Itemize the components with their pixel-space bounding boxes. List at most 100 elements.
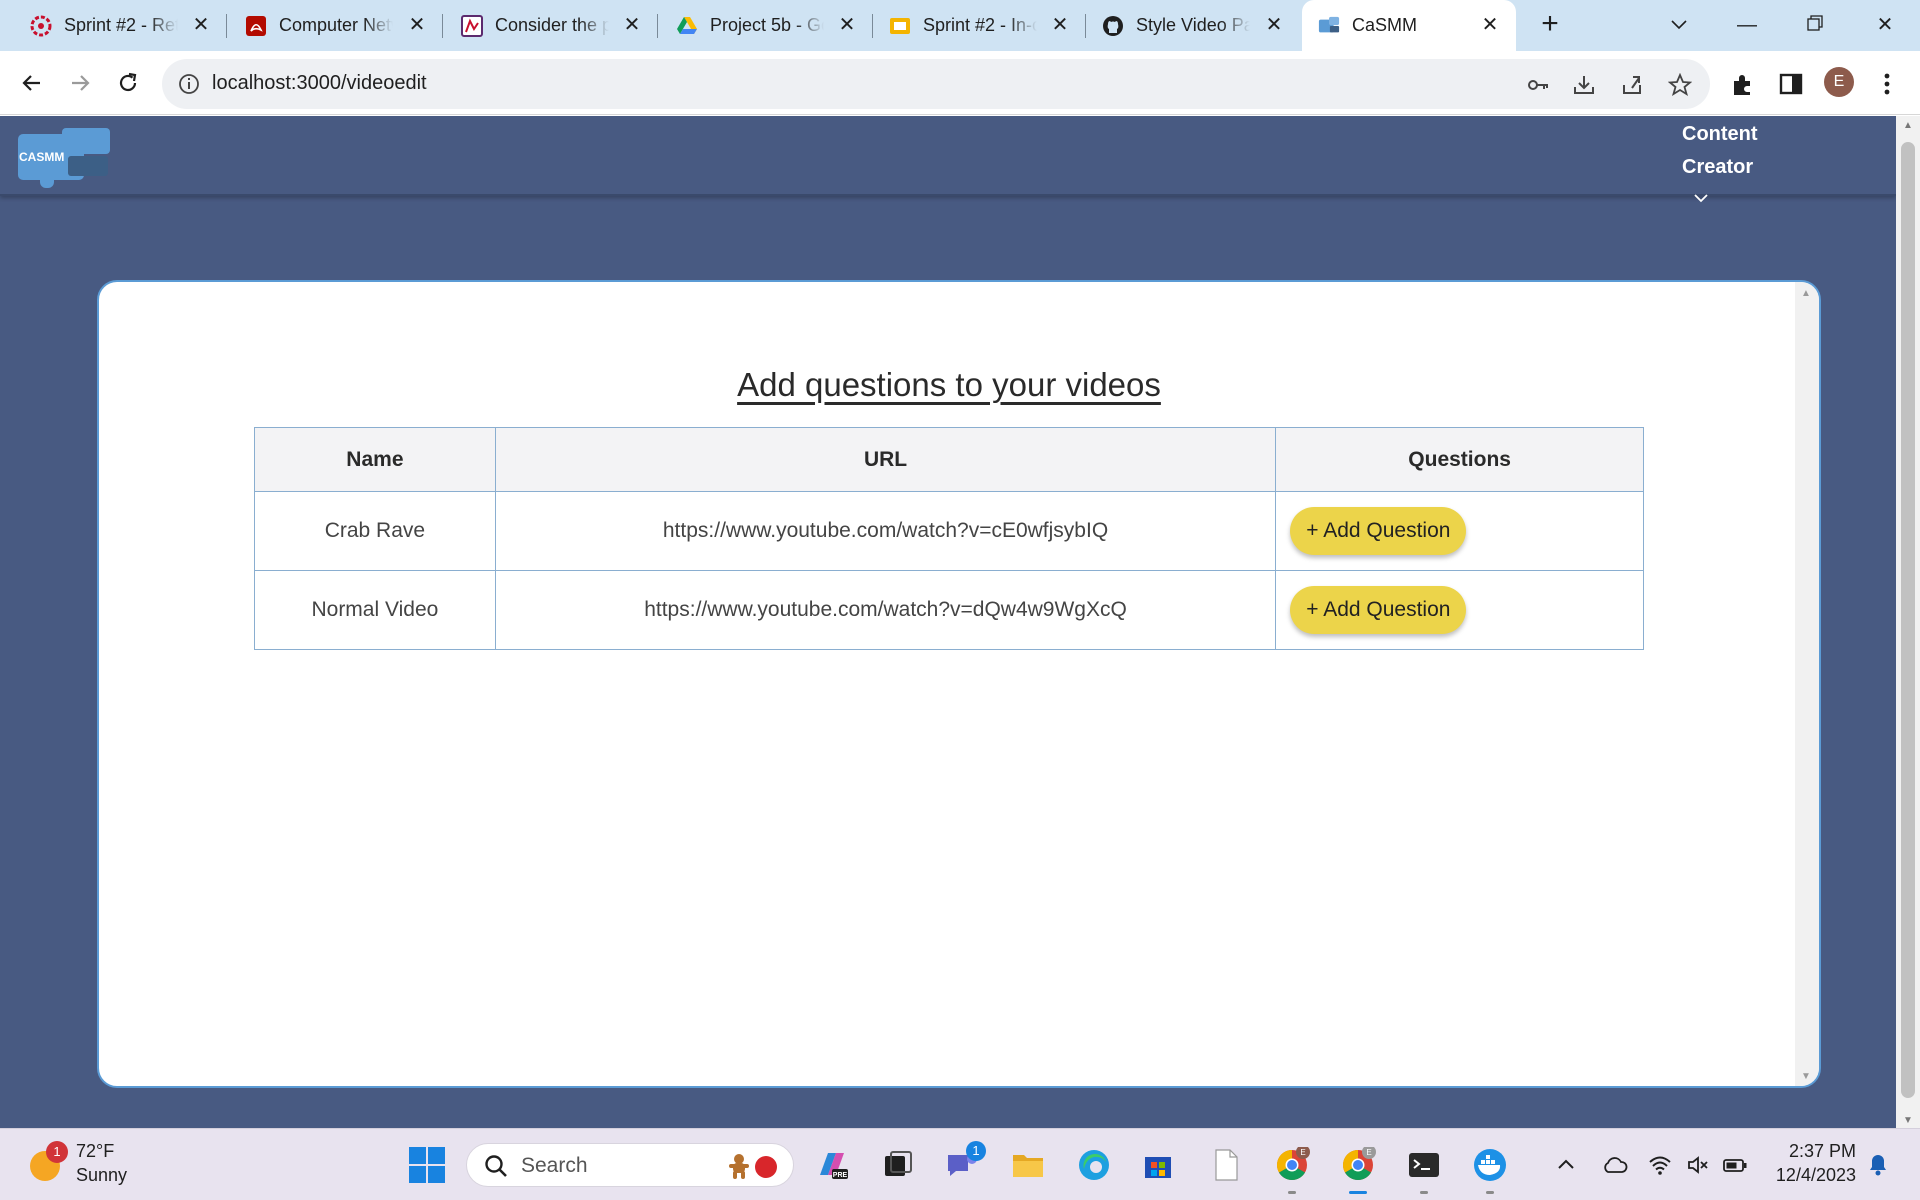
teams-chat-icon[interactable]: 1 [944, 1141, 986, 1183]
scroll-up-arrow-icon[interactable]: ▲ [1801, 288, 1811, 299]
close-tab-icon[interactable]: ✕ [837, 14, 857, 36]
user-role-label: Content [1682, 123, 1758, 145]
profile-avatar[interactable]: E [1824, 67, 1854, 97]
task-view-icon[interactable] [880, 1147, 916, 1183]
column-header-url: URL [494, 427, 1277, 492]
back-icon[interactable] [14, 65, 50, 101]
svg-text:E: E [1300, 1148, 1305, 1157]
battery-icon[interactable] [1722, 1153, 1747, 1177]
video-name: Crab Rave [254, 491, 496, 571]
scroll-down-arrow-icon[interactable]: ▼ [1903, 1115, 1913, 1126]
address-bar[interactable]: localhost:3000/videoedit [162, 59, 1710, 109]
add-question-button[interactable]: + Add Question [1290, 507, 1467, 555]
chevron-up-icon[interactable] [1554, 1153, 1578, 1177]
video-name: Normal Video [254, 570, 496, 650]
questions-cell: + Add Question [1275, 570, 1644, 650]
side-panel-icon[interactable] [1778, 71, 1804, 97]
google-slides-icon [889, 15, 911, 37]
github-icon [1102, 15, 1124, 37]
taskbar-search[interactable]: Search [466, 1143, 794, 1187]
user-role-label: Creator [1682, 156, 1754, 178]
browser-tab[interactable]: Consider the problem ✕ [443, 0, 658, 51]
browser-tab[interactable]: Sprint #2 - In-class ✕ [873, 0, 1086, 51]
scrollbar-thumb[interactable] [1901, 142, 1915, 1098]
scroll-up-arrow-icon[interactable]: ▲ [1903, 120, 1913, 131]
edge-icon[interactable] [1076, 1147, 1112, 1183]
close-tab-icon[interactable]: ✕ [622, 14, 642, 36]
search-icon [483, 1153, 509, 1184]
questions-cell: + Add Question [1275, 491, 1644, 571]
asu-icon [30, 15, 52, 37]
logo-shape [40, 180, 54, 188]
bookmark-star-icon[interactable] [1667, 72, 1693, 97]
close-tab-icon[interactable]: ✕ [407, 14, 427, 36]
blank-file-icon[interactable] [1208, 1147, 1244, 1183]
new-tab-button[interactable]: + [1536, 9, 1564, 40]
notification-badge: 1 [966, 1141, 986, 1161]
browser-menu-icon[interactable] [1874, 71, 1900, 97]
tab-title: Style Video Page [1136, 15, 1250, 35]
url-text: localhost:3000/videoedit [212, 72, 427, 94]
browser-toolbar: localhost:3000/videoedit [0, 51, 1920, 115]
terminal-icon[interactable] [1406, 1147, 1442, 1194]
page-scrollbar[interactable]: ▲ ▼ [1896, 116, 1920, 1128]
svg-text:PRE: PRE [833, 1172, 848, 1179]
chrome-icon[interactable]: E [1274, 1145, 1310, 1194]
logo-camera [68, 156, 108, 176]
table-header-row: Name URL Questions [254, 427, 1644, 492]
google-drive-icon [676, 15, 698, 37]
forward-icon[interactable] [62, 65, 98, 101]
browser-tab-strip: Sprint #2 - Retrospective ✕ Computer Net… [0, 0, 1920, 51]
page-viewport: CASMM Content Creator Add questions to y… [0, 116, 1896, 1128]
browser-tab[interactable]: Sprint #2 - Retrospective ✕ [0, 0, 227, 51]
minimize-icon[interactable]: — [1730, 8, 1764, 42]
weather-condition: Sunny [76, 1165, 128, 1185]
video-url: https://www.youtube.com/watch?v=cE0wfjsy… [494, 491, 1277, 571]
system-clock[interactable]: 2:37 PM 12/4/2023 [1756, 1139, 1856, 1187]
site-info-icon[interactable] [178, 73, 200, 95]
password-key-icon[interactable] [1526, 73, 1550, 97]
close-tab-icon[interactable]: ✕ [1050, 14, 1070, 36]
tab-search-icon[interactable] [1662, 8, 1696, 42]
running-indicator [1349, 1191, 1367, 1194]
windows-start-icon[interactable] [409, 1147, 445, 1183]
copilot-icon[interactable]: PRE [814, 1147, 850, 1183]
restore-icon[interactable] [1798, 8, 1832, 42]
add-question-button[interactable]: + Add Question [1290, 586, 1467, 634]
close-tab-icon[interactable]: ✕ [1480, 14, 1500, 36]
volume-muted-icon[interactable] [1686, 1153, 1710, 1177]
scroll-down-arrow-icon[interactable]: ▼ [1801, 1071, 1811, 1082]
card-scrollbar[interactable]: ▲ ▼ [1795, 282, 1819, 1086]
browser-tab[interactable]: Style Video Page ✕ [1086, 0, 1300, 51]
tab-title: Sprint #2 - In-class [923, 15, 1037, 35]
install-app-icon[interactable] [1572, 73, 1596, 97]
column-header-questions: Questions [1275, 427, 1644, 492]
file-explorer-icon[interactable] [1010, 1147, 1046, 1183]
browser-tab-active[interactable]: CaSMM ✕ [1302, 0, 1516, 51]
search-placeholder: Search [521, 1154, 588, 1177]
windows-taskbar: 1 72°F Sunny Search PRE 1 E E 2:37 PM 12… [0, 1128, 1920, 1200]
gradescope-icon [461, 14, 483, 37]
content-card: Add questions to your videos Name URL Qu… [97, 280, 1821, 1088]
casmm-logo[interactable]: CASMM [16, 126, 116, 188]
notification-bell-icon[interactable] [1866, 1151, 1890, 1176]
browser-tab[interactable]: Project 5b - Google Drive ✕ [658, 0, 873, 51]
user-role-menu[interactable]: Content Creator [1682, 118, 1802, 203]
extensions-icon[interactable] [1730, 71, 1756, 97]
reload-icon[interactable] [110, 65, 146, 101]
share-icon[interactable] [1620, 73, 1644, 97]
weather-widget[interactable]: 1 72°F Sunny [30, 1139, 160, 1191]
onedrive-cloud-icon[interactable] [1602, 1153, 1628, 1177]
chrome-active-icon[interactable]: E [1340, 1145, 1376, 1194]
column-header-name: Name [254, 427, 496, 492]
videos-table: Name URL Questions Crab Rave https://www… [254, 427, 1644, 650]
close-tab-icon[interactable]: ✕ [1264, 14, 1284, 36]
wifi-icon[interactable] [1648, 1153, 1672, 1177]
close-tab-icon[interactable]: ✕ [191, 14, 211, 36]
ornament-icon [755, 1156, 777, 1178]
close-window-icon[interactable]: ✕ [1868, 8, 1902, 42]
browser-tab[interactable]: Computer Networks ✕ [227, 0, 443, 51]
microsoft-store-icon[interactable] [1140, 1147, 1176, 1183]
docker-icon[interactable] [1472, 1147, 1508, 1194]
casmm-icon [1318, 15, 1340, 37]
